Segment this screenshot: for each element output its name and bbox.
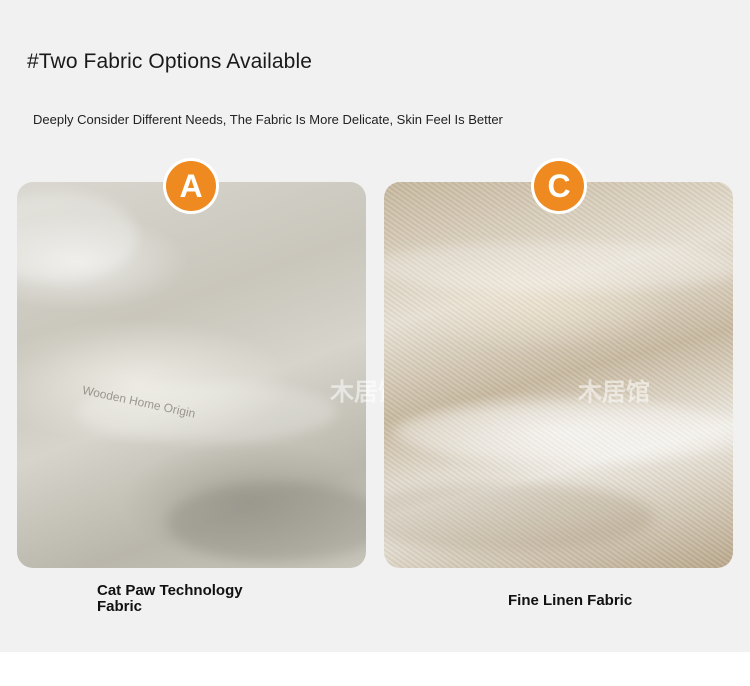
fabric-fold-highlight (394, 402, 733, 462)
brand-watermark-mark: 木居馆 (578, 379, 650, 406)
option-a-label: Cat Paw Technology Fabric (97, 582, 243, 615)
fabric-c-image (384, 182, 733, 568)
fabric-a-image (17, 182, 366, 568)
fabric-fold-shadow (167, 482, 366, 562)
fabric-fold-highlight (17, 192, 137, 282)
fabric-fold-shadow (384, 482, 654, 552)
page-subtitle: Deeply Consider Different Needs, The Fab… (33, 112, 503, 127)
option-c-label: Fine Linen Fabric (508, 592, 633, 609)
page-title: #Two Fabric Options Available (27, 50, 312, 73)
option-c-badge: C (534, 161, 584, 211)
option-a-badge: A (166, 161, 216, 211)
fabric-fold-highlight (384, 242, 733, 292)
